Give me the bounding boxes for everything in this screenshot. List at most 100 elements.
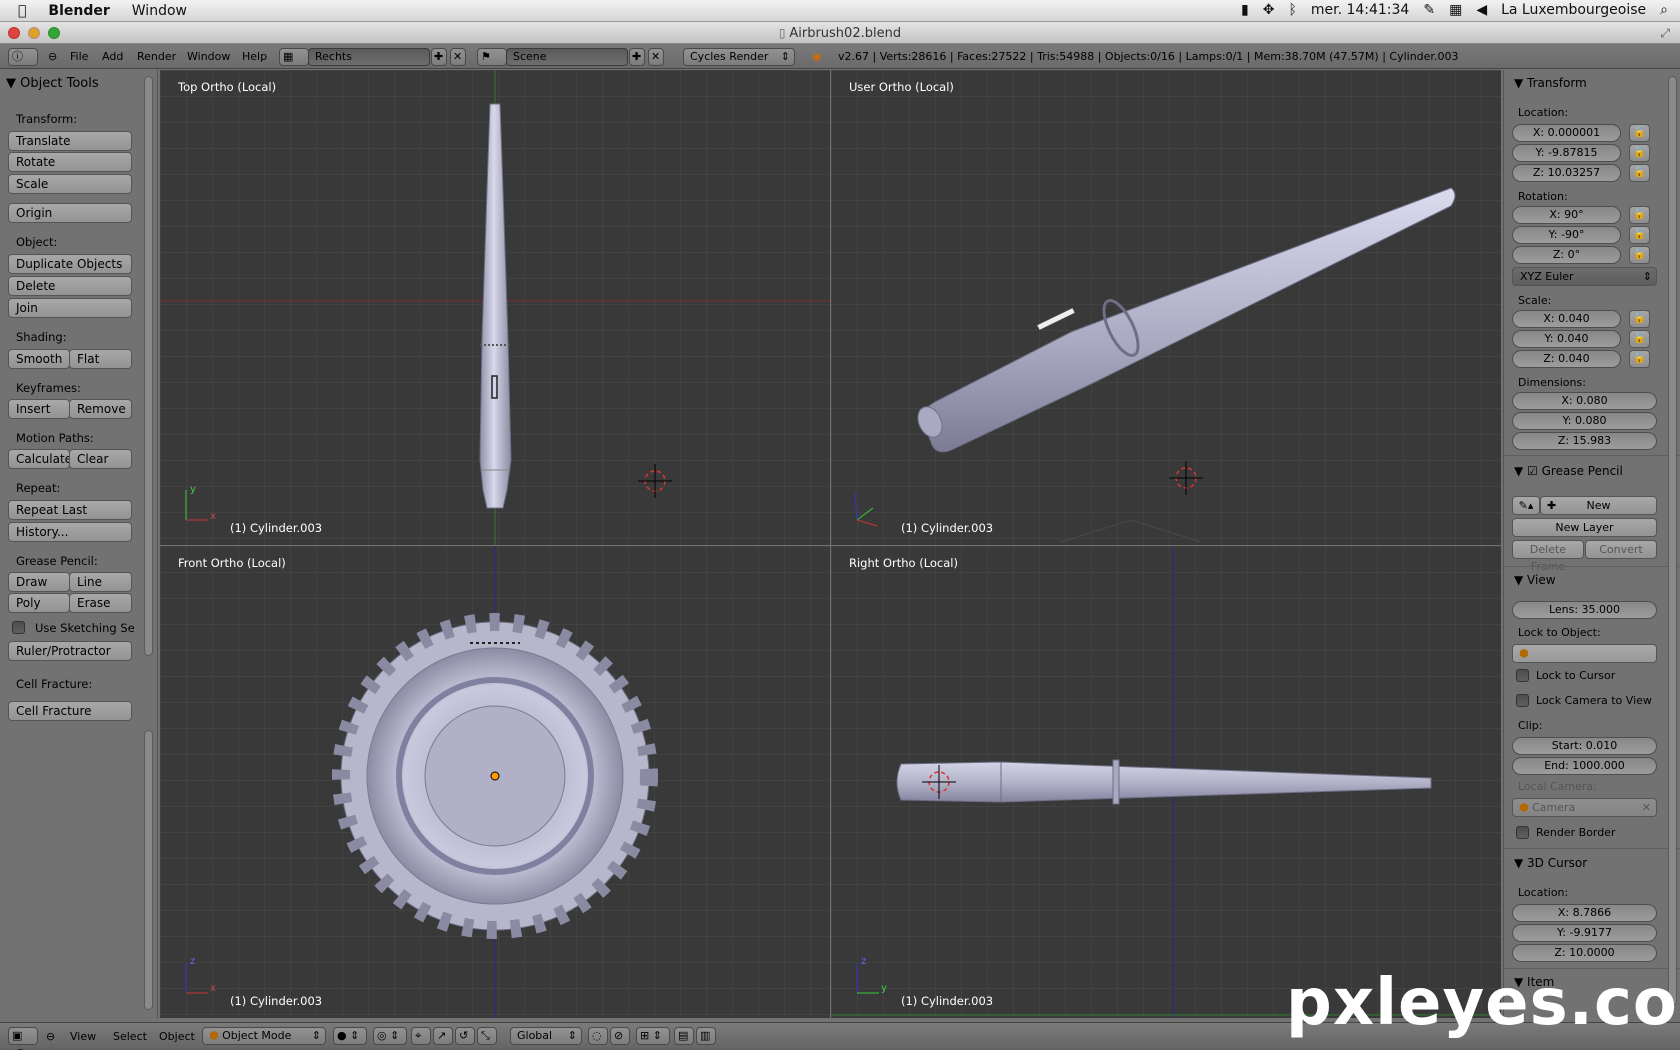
lock-to-cursor-checkbox[interactable]: [1516, 669, 1529, 682]
render-engine-select[interactable]: Cycles Render ⇕: [683, 48, 795, 66]
view-panel-header[interactable]: ▼ View: [1514, 573, 1556, 587]
clear-button[interactable]: Clear: [69, 449, 132, 469]
location-z-field[interactable]: Z: 10.03257: [1512, 164, 1621, 182]
cursor-x-field[interactable]: X: 8.7866: [1512, 904, 1657, 922]
dimension-y-field[interactable]: Y: 0.080: [1512, 412, 1657, 430]
lock-icon[interactable]: 🔓: [1629, 144, 1650, 162]
render-border-checkbox[interactable]: [1516, 826, 1529, 839]
viewport-shading-select[interactable]: ● ⇕: [333, 1027, 367, 1045]
local-camera-field[interactable]: ⬢ Camera ✕: [1512, 798, 1657, 817]
editor-type-3d-view-icon[interactable]: ▣ ▴▾: [8, 1027, 38, 1050]
lock-icon[interactable]: 🔓: [1629, 246, 1650, 264]
location-y-field[interactable]: Y: -9.87815: [1512, 144, 1621, 162]
pen-icon[interactable]: ✎: [1423, 2, 1435, 18]
pivot-point-select[interactable]: ◎ ⇕: [373, 1027, 407, 1045]
keyboard-icon[interactable]: ▦: [1449, 2, 1462, 18]
flat-button[interactable]: Flat: [69, 349, 132, 369]
delete-button[interactable]: Delete: [8, 276, 132, 296]
tool-shelf-scrollbar-lower[interactable]: [144, 730, 153, 1010]
translate-button[interactable]: Translate: [8, 131, 132, 151]
menu-window[interactable]: Window: [132, 3, 187, 19]
editor-type-info-icon[interactable]: ⓘ ▴▾: [8, 48, 38, 79]
rotate-button[interactable]: Rotate: [8, 152, 132, 172]
clip-start-field[interactable]: Start: 0.010: [1512, 737, 1657, 755]
lock-icon[interactable]: 🔓: [1629, 350, 1650, 368]
transform-panel-header[interactable]: ▼ Transform: [1514, 76, 1587, 90]
menu-file[interactable]: File: [70, 50, 88, 63]
erase-button[interactable]: Erase: [69, 593, 132, 613]
location-x-field[interactable]: X: 0.000001: [1512, 124, 1621, 142]
menu-app-blender[interactable]: Blender: [48, 3, 109, 19]
menu-view[interactable]: View: [70, 1030, 96, 1043]
lock-icon[interactable]: 🔓: [1629, 124, 1650, 142]
history-button[interactable]: History...: [8, 522, 132, 542]
screen-layout-icon[interactable]: ▦ ▴▾: [279, 48, 309, 79]
bluetooth-icon[interactable]: ᛒ: [1288, 2, 1296, 18]
screen-layout-field[interactable]: Rechts: [308, 48, 430, 66]
scale-manipulator-icon[interactable]: ⤡: [477, 1027, 497, 1045]
scene-field[interactable]: Scene: [506, 48, 628, 66]
menu-add[interactable]: Add: [102, 50, 123, 63]
clip-end-field[interactable]: End: 1000.000: [1512, 757, 1657, 775]
poly-button[interactable]: Poly: [8, 593, 70, 613]
cell-fracture-button[interactable]: Cell Fracture: [8, 701, 132, 721]
object-mode-select[interactable]: ⬢ Object Mode ⇕: [202, 1027, 326, 1045]
airbrush-mesh-user[interactable]: [922, 187, 1456, 453]
lock-icon[interactable]: 🔓: [1629, 164, 1650, 182]
airbrush-mesh-top[interactable]: [479, 103, 512, 509]
object-tools-header[interactable]: ▼ Object Tools: [6, 76, 99, 91]
dimension-x-field[interactable]: X: 0.080: [1512, 392, 1657, 410]
rotation-y-field[interactable]: Y: -90°: [1512, 226, 1621, 244]
lock-to-object-field[interactable]: ⬢: [1512, 644, 1657, 663]
lock-icon[interactable]: 🔓: [1629, 226, 1650, 244]
menu-render[interactable]: Render: [137, 50, 176, 63]
airbrush-mesh-right[interactable]: [896, 761, 1432, 803]
viewport-front-ortho[interactable]: Front Ortho (Local) z x (1) Cylinder.003: [160, 546, 830, 1018]
new-grease-pencil-button[interactable]: ✚ New: [1540, 496, 1657, 515]
draw-button[interactable]: Draw: [8, 572, 70, 592]
proportional-edit-icon[interactable]: ⊘: [610, 1027, 630, 1045]
scale-button[interactable]: Scale: [8, 174, 132, 194]
scale-z-field[interactable]: Z: 0.040: [1512, 350, 1621, 368]
battery-icon[interactable]: ▮: [1241, 2, 1249, 18]
collapse-menus-icon[interactable]: ⊖: [48, 50, 57, 63]
translate-manipulator-icon[interactable]: ↗: [433, 1027, 453, 1045]
duplicate-objects-button[interactable]: Duplicate Objects: [8, 254, 132, 274]
3d-cursor[interactable]: [1169, 461, 1203, 495]
tool-shelf-scrollbar[interactable]: [144, 76, 153, 656]
volume-icon[interactable]: ◀: [1476, 2, 1487, 18]
fullscreen-icon[interactable]: ⤢: [1660, 22, 1670, 44]
use-sketching-checkbox[interactable]: [12, 621, 25, 634]
menu-object[interactable]: Object: [159, 1030, 195, 1043]
apple-icon[interactable]: : [18, 3, 26, 19]
close-icon[interactable]: ✕: [1642, 799, 1651, 816]
snap-icon[interactable]: ⊞ ⇕: [636, 1027, 670, 1045]
3d-cursor-panel-header[interactable]: ▼ 3D Cursor: [1514, 856, 1587, 870]
line-button[interactable]: Line: [69, 572, 132, 592]
remove-scene-icon[interactable]: ✕: [648, 48, 664, 66]
render-animation-icon[interactable]: ▥: [696, 1027, 716, 1045]
insert-keyframe-button[interactable]: Insert: [8, 399, 70, 419]
lock-icon[interactable]: 🔓: [1629, 330, 1650, 348]
lens-field[interactable]: Lens: 35.000: [1512, 601, 1657, 619]
scale-x-field[interactable]: X: 0.040: [1512, 310, 1621, 328]
scale-y-field[interactable]: Y: 0.040: [1512, 330, 1621, 348]
viewport-top-ortho[interactable]: Top Ortho (Local) y x (1) Cylinder.003: [160, 70, 830, 545]
close-window-button[interactable]: [8, 27, 20, 39]
cursor-y-field[interactable]: Y: -9.9177: [1512, 924, 1657, 942]
minimize-window-button[interactable]: [28, 27, 40, 39]
grease-pencil-icon[interactable]: ✎▴: [1512, 496, 1540, 515]
menubar-location[interactable]: La Luxembourgeoise: [1501, 2, 1646, 18]
rotation-mode-select[interactable]: XYZ Euler ⇕: [1512, 267, 1657, 286]
grease-pencil-panel-header[interactable]: ▼ ☑ Grease Pencil: [1514, 464, 1623, 478]
convert-button[interactable]: Convert: [1585, 540, 1657, 559]
rotation-z-field[interactable]: Z: 0°: [1512, 246, 1621, 264]
collapse-menus-icon[interactable]: ⊖: [46, 1030, 55, 1043]
repeat-last-button[interactable]: Repeat Last: [8, 500, 132, 520]
lock-icon[interactable]: 🔓: [1629, 206, 1650, 224]
delete-frame-button[interactable]: Delete Frame: [1512, 540, 1584, 573]
viewport-user-ortho[interactable]: User Ortho (Local) (1) Cylinder.003: [831, 70, 1501, 545]
cursor-z-field[interactable]: Z: 10.0000: [1512, 944, 1657, 962]
calculate-button[interactable]: Calculate: [8, 449, 72, 469]
lock-icon[interactable]: 🔓: [1629, 310, 1650, 328]
